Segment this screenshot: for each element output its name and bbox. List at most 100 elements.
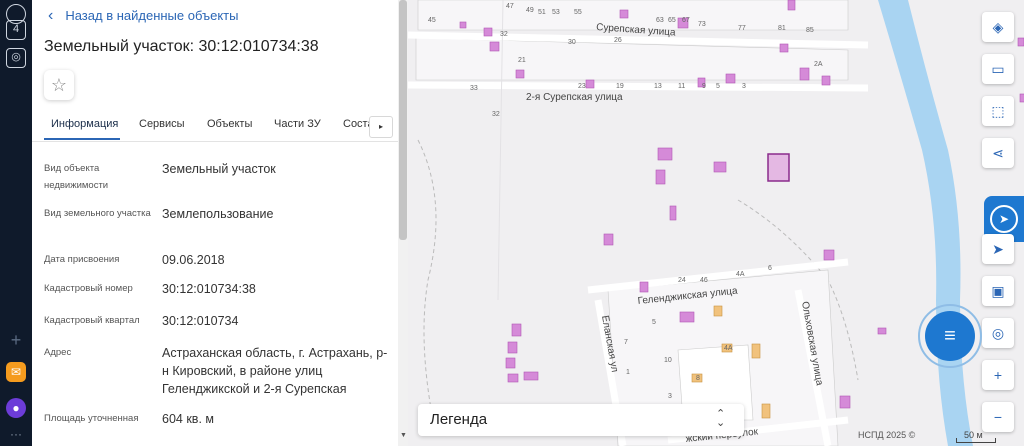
building bbox=[655, 169, 666, 185]
locate-button[interactable]: ➤ bbox=[982, 234, 1014, 264]
field-value: 30:12:010734 bbox=[162, 314, 239, 328]
building-number: 10 bbox=[664, 357, 672, 364]
mail-app-icon[interactable]: ✉ bbox=[6, 362, 26, 382]
building-number: 53 bbox=[552, 9, 560, 16]
tab-information[interactable]: Информация bbox=[51, 118, 118, 130]
building-number: 13 bbox=[654, 83, 662, 90]
legend-dropdown[interactable]: Легенда ⌃ ⌄ bbox=[418, 404, 744, 436]
field-value: 30:12:010734:38 bbox=[162, 282, 256, 296]
add-icon[interactable]: + bbox=[6, 330, 26, 350]
expand-icon: ⌃ ⌄ bbox=[716, 408, 726, 429]
building bbox=[823, 249, 835, 261]
building-number: 55 bbox=[574, 9, 582, 16]
building-number: 49 bbox=[526, 7, 534, 14]
layout-button[interactable]: ▣ bbox=[982, 276, 1014, 306]
building-number: 33 bbox=[470, 85, 478, 92]
tab-objects[interactable]: Объекты bbox=[207, 118, 252, 130]
building-number: 9 bbox=[702, 83, 706, 90]
camera-icon[interactable]: ◎ bbox=[6, 48, 26, 68]
chevron-left-icon: ‹ bbox=[48, 6, 54, 24]
more-icon[interactable]: ··· bbox=[6, 424, 26, 444]
tabs-scroll-right-button[interactable]: ▸ bbox=[369, 116, 393, 138]
building bbox=[515, 69, 525, 79]
field-label: Адрес bbox=[44, 347, 72, 358]
scroll-down-icon[interactable]: ▼ bbox=[400, 432, 407, 439]
tab-services[interactable]: Сервисы bbox=[139, 118, 185, 130]
back-link[interactable]: ‹ Назад в найденные объекты bbox=[48, 6, 238, 24]
field-label: Площадь уточненная bbox=[44, 413, 139, 424]
active-tab-indicator bbox=[44, 138, 120, 140]
scrollbar-thumb[interactable] bbox=[399, 0, 407, 240]
building-number: 11 bbox=[678, 83, 685, 90]
target-button[interactable]: ◎ bbox=[982, 318, 1014, 348]
building bbox=[639, 281, 649, 293]
building bbox=[877, 327, 887, 335]
locate-icon: ➤ bbox=[992, 240, 1004, 257]
legend-label: Легенда bbox=[430, 411, 488, 428]
building bbox=[751, 343, 761, 359]
building-number: 65 bbox=[668, 17, 676, 24]
target-icon: ◎ bbox=[991, 324, 1005, 341]
field-value: Землепользование bbox=[162, 207, 274, 221]
share-button[interactable]: ⋖ bbox=[982, 138, 1014, 168]
building-number: 47 bbox=[506, 3, 514, 10]
building-number: 5 bbox=[716, 83, 720, 90]
app-strip: 4 ◎ + ✉ ● ··· bbox=[0, 0, 32, 446]
tab-counter-icon[interactable]: 4 bbox=[6, 20, 26, 40]
building-number: 1 bbox=[626, 369, 630, 376]
promo-icon: ➤ bbox=[990, 205, 1018, 233]
building-number: 7 bbox=[624, 339, 628, 346]
building bbox=[1017, 37, 1024, 47]
select-area-icon: ⬚ bbox=[991, 102, 1005, 119]
ruler-button[interactable]: ▭ bbox=[982, 54, 1014, 84]
panel-scrollbar[interactable]: ▼ bbox=[398, 0, 408, 446]
building-number: 19 bbox=[616, 83, 624, 90]
building-number: 4А bbox=[736, 271, 745, 278]
building bbox=[713, 305, 723, 317]
building-number: 24 bbox=[678, 277, 686, 284]
menu-fab-button[interactable]: ≡ bbox=[925, 311, 975, 361]
building-number: 51 bbox=[538, 9, 546, 16]
boundary-line bbox=[417, 139, 437, 421]
scale-bar bbox=[956, 438, 996, 443]
zoom-out-button[interactable]: − bbox=[982, 402, 1014, 432]
building bbox=[787, 0, 796, 11]
building-number: 5 bbox=[652, 319, 656, 326]
layout-icon: ▣ bbox=[991, 282, 1005, 299]
field-value: 604 кв. м bbox=[162, 412, 214, 426]
building-number: 32 bbox=[492, 111, 500, 118]
assistant-app-icon[interactable]: ● bbox=[6, 398, 26, 418]
street-label: 2-я Сурепская улица bbox=[526, 92, 623, 103]
building bbox=[507, 373, 519, 383]
favorite-button[interactable]: ☆ bbox=[44, 70, 74, 100]
building bbox=[523, 371, 539, 381]
building bbox=[459, 21, 467, 29]
building bbox=[489, 41, 500, 52]
building-number: 32 bbox=[500, 31, 508, 38]
field-label: Кадастровый квартал bbox=[44, 315, 140, 326]
building-number: 63 bbox=[656, 17, 664, 24]
building bbox=[619, 9, 629, 19]
select-area-button[interactable]: ⬚ bbox=[982, 96, 1014, 126]
zoom-in-button[interactable]: + bbox=[982, 360, 1014, 390]
layers-button[interactable]: ◈ bbox=[982, 12, 1014, 42]
map-view[interactable]: Сурепская улица 2-я Сурепская улица Геле… bbox=[408, 0, 1024, 446]
star-icon: ☆ bbox=[50, 74, 68, 95]
page-title: Земельный участок: 30:12:010734:38 bbox=[44, 38, 319, 55]
selected-parcel[interactable] bbox=[767, 153, 790, 182]
field-value: 09.06.2018 bbox=[162, 253, 225, 267]
building-number: 8 bbox=[696, 375, 700, 382]
building-number: 81 bbox=[778, 25, 786, 32]
zoom-out-icon: − bbox=[993, 409, 1003, 425]
building-number: 26 bbox=[614, 37, 622, 44]
building bbox=[511, 323, 522, 337]
building bbox=[669, 205, 677, 221]
building bbox=[657, 147, 673, 161]
building bbox=[585, 79, 595, 89]
building-number: 3 bbox=[668, 393, 672, 400]
menu-icon: ≡ bbox=[944, 324, 956, 347]
field-label: Вид земельного участка bbox=[44, 208, 151, 219]
tab-parts[interactable]: Части ЗУ bbox=[274, 118, 321, 130]
building bbox=[713, 161, 727, 173]
building-number: 85 bbox=[806, 27, 814, 34]
